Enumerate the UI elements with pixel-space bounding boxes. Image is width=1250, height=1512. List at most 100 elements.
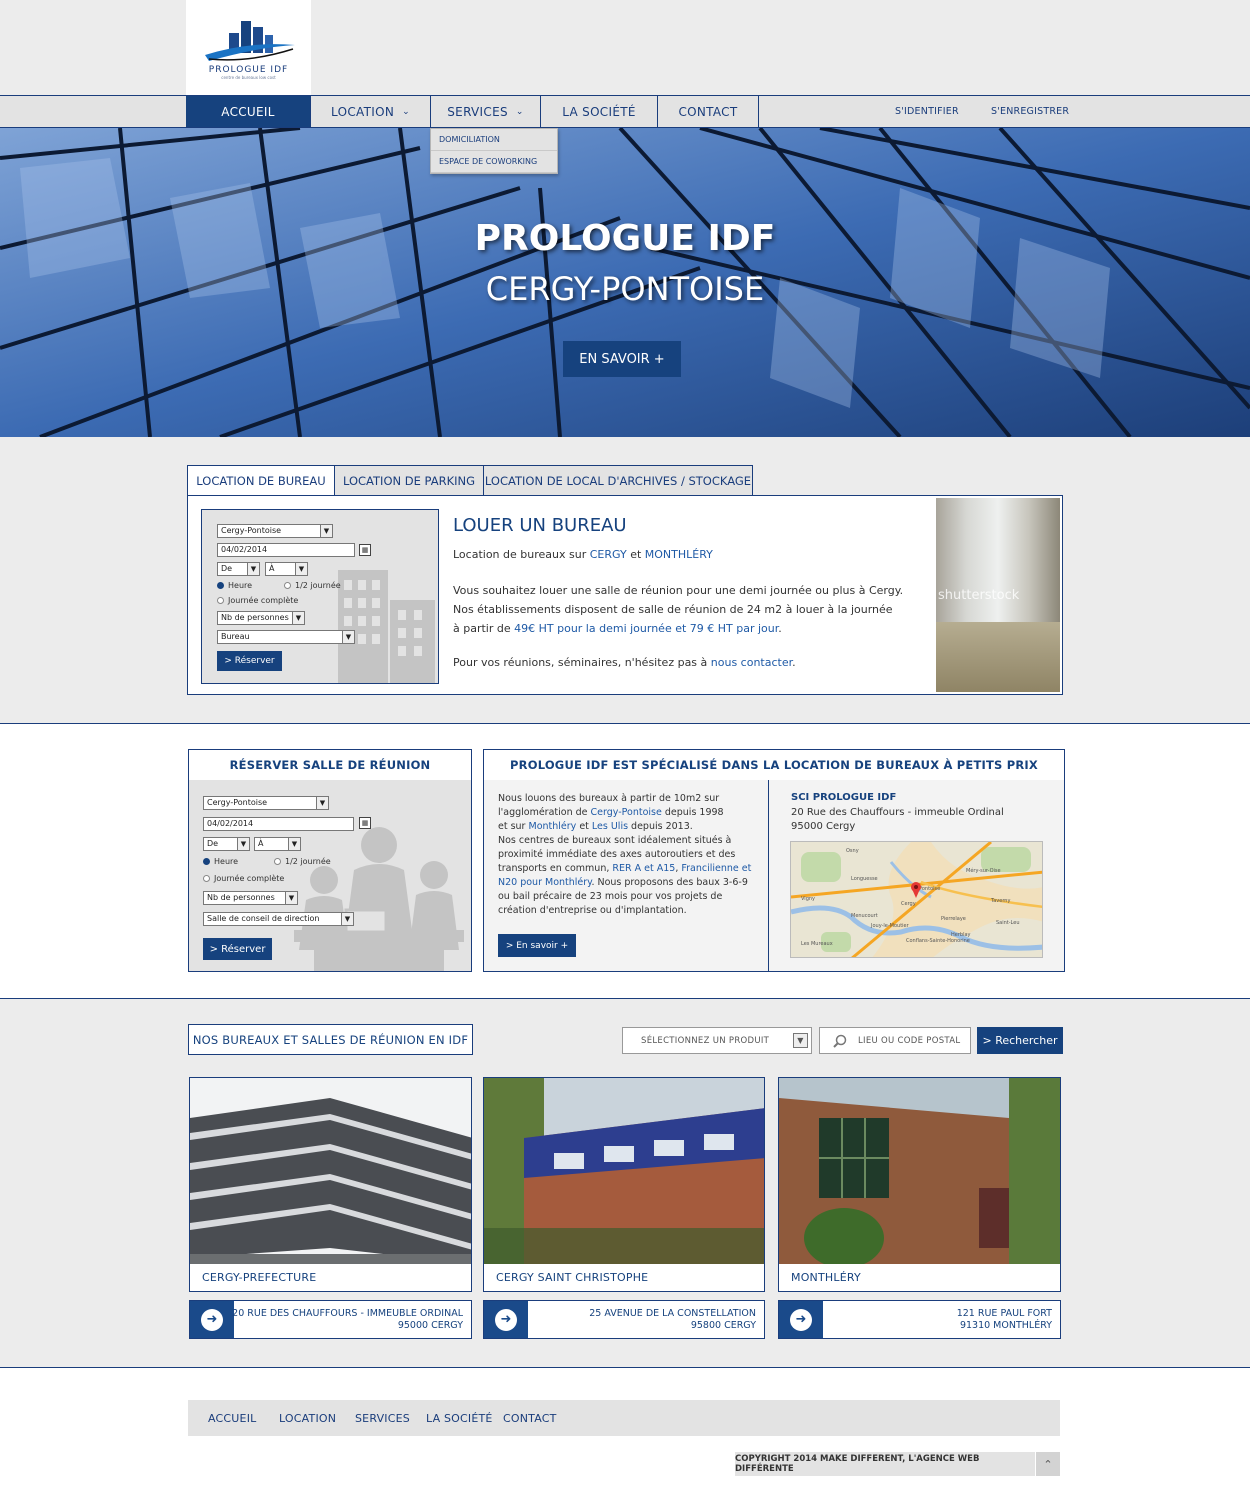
svg-text:Conflans-Sainte-Honorine: Conflans-Sainte-Honorine (906, 938, 970, 944)
svg-text:Vigny: Vigny (801, 896, 815, 902)
tab-location-bureau[interactable]: LOCATION DE BUREAU (187, 465, 335, 496)
footer-link-accueil[interactable]: ACCUEIL (208, 1400, 256, 1436)
nav-accueil[interactable]: ACCUEIL (186, 96, 311, 127)
footer-link-services[interactable]: SERVICES (355, 1400, 410, 1436)
room-type-select[interactable]: Salle de conseil de direction ▼ (203, 912, 354, 926)
address-line: 95800 CERGY (690, 1320, 756, 1331)
listing-address-monthlery[interactable]: ➜ 121 RUE PAUL FORT 91310 MONTHLÉRY (778, 1300, 1061, 1339)
desc-prefix: à partir de (453, 622, 515, 635)
listing-address-cergy-saint-christophe[interactable]: ➜ 25 AVENUE DE LA CONSTELLATION 95800 CERG… (483, 1300, 765, 1339)
arrow-right-icon[interactable]: ➜ (190, 1301, 234, 1338)
about-line: transports en commun, RER A et A15, Fran… (498, 862, 760, 876)
select-arrow-icon: ▼ (342, 631, 354, 643)
company-zip: 95000 Cergy (791, 821, 856, 832)
about-learn-more-button[interactable]: > En savoir + (498, 934, 576, 957)
monthlery-link[interactable]: Monthléry (529, 821, 577, 832)
nav-la-societe[interactable]: LA SOCIÉTÉ (541, 96, 658, 127)
period: . (792, 656, 796, 669)
tab-location-archives[interactable]: LOCATION DE LOCAL D'ARCHIVES / STOCKAGE (483, 465, 753, 495)
cergy-pontoise-link[interactable]: Cergy-Pontoise (591, 807, 662, 818)
chevron-down-icon: ⌄ (402, 106, 410, 117)
nav-services[interactable]: SERVICES ⌄ (431, 96, 541, 127)
copyright-notice[interactable]: COPYRIGHT 2014 MAKE DIFFERENT, L'AGENCE … (735, 1452, 1035, 1476)
tab-location-parking[interactable]: LOCATION DE PARKING (334, 465, 484, 495)
location-search-input[interactable]: LIEU OU CODE POSTAL (819, 1027, 971, 1054)
date-input[interactable]: 04/02/2014 (203, 817, 354, 831)
footer-link-la-societe[interactable]: LA SOCIÉTÉ (426, 1400, 493, 1436)
radio-hour[interactable]: Heure (217, 581, 252, 590)
radio-full-day[interactable]: Journée complète (217, 596, 298, 605)
site-logo[interactable]: PROLOGUE IDF centre de bureaux low cost (186, 0, 311, 95)
arrow-right-icon[interactable]: ➜ (484, 1301, 528, 1338)
nav-location[interactable]: LOCATION ⌄ (311, 96, 431, 127)
radio-hour[interactable]: Heure (203, 857, 238, 866)
rental-intro: Location de bureaux sur CERGY et MONTHLÉ… (453, 545, 713, 564)
les-ulis-link[interactable]: Les Ulis (592, 821, 628, 832)
cergy-link[interactable]: CERGY (590, 548, 627, 561)
contact-link[interactable]: nous contacter (711, 656, 792, 669)
company-street: 20 Rue des Chauffours - immeuble Ordinal (791, 807, 1004, 818)
date-value: 04/02/2014 (221, 545, 268, 554)
chevron-up-icon[interactable]: ⌃ (1036, 1452, 1060, 1476)
contact-prefix: Pour vos réunions, séminaires, n'hésitez… (453, 656, 711, 669)
city-select-value: Cergy-Pontoise (221, 526, 282, 535)
nav-location-label: LOCATION (331, 104, 395, 119)
dropdown-item-coworking[interactable]: ESPACE DE COWORKING (431, 151, 557, 173)
nav-contact[interactable]: CONTACT (658, 96, 759, 127)
radio-full-label: Journée complète (228, 596, 299, 605)
building-photo (779, 1078, 1060, 1264)
type-value: Bureau (221, 632, 250, 641)
nav-accueil-label: ACCUEIL (221, 104, 275, 119)
n20-link[interactable]: N20 pour Monthléry (498, 877, 591, 888)
arrow-right-icon[interactable]: ➜ (779, 1301, 823, 1338)
price-highlight: 49€ HT pour la demi journée et 79 € HT p… (514, 622, 779, 635)
building-photo (484, 1078, 764, 1264)
time-to-value: À (269, 564, 275, 573)
radio-half-day[interactable]: 1/2 journée (274, 857, 331, 866)
reserve-button[interactable]: > Réserver (217, 651, 282, 671)
radio-icon (284, 582, 291, 589)
people-select[interactable]: Nb de personnes ▼ (203, 891, 298, 905)
people-select[interactable]: Nb de personnes ▼ (217, 611, 305, 625)
dropdown-item-domiciliation[interactable]: DOMICILIATION (431, 129, 557, 151)
listing-name: CERGY-PREFECTURE (202, 1271, 317, 1284)
time-to-select[interactable]: À ▼ (254, 837, 301, 851)
time-to-select[interactable]: À ▼ (265, 562, 308, 576)
about-line: proximité immédiate des axes autoroutier… (498, 849, 736, 860)
time-from-select[interactable]: De ▼ (217, 562, 260, 576)
city-select[interactable]: Cergy-Pontoise ▼ (203, 796, 329, 810)
listing-address-cergy-prefecture[interactable]: ➜ 20 RUE DES CHAUFFOURS - IMMEUBLE ORDINA… (189, 1300, 472, 1339)
radio-half-day[interactable]: 1/2 journée (284, 581, 341, 590)
date-input[interactable]: 04/02/2014 (217, 543, 355, 557)
time-from-select[interactable]: De ▼ (203, 837, 250, 851)
rer-link[interactable]: RER A et A15 (612, 863, 675, 874)
room-type-value: Salle de conseil de direction (207, 914, 320, 923)
listing-card-monthlery[interactable]: MONTHLÉRY (778, 1077, 1061, 1292)
login-link[interactable]: S'IDENTIFIER (895, 96, 959, 127)
radio-selected-icon (217, 582, 224, 589)
register-link[interactable]: S'ENREGISTRER (991, 96, 1069, 127)
search-button[interactable]: > Rechercher (977, 1027, 1063, 1054)
reserve-button[interactable]: > Réserver (203, 938, 272, 960)
monthlery-link[interactable]: MONTHLÉRY (645, 548, 713, 561)
location-map[interactable]: Osny Longuesse Vigny Pontoise Cergy Méry-sur-… (790, 841, 1043, 958)
hero-learn-more-button[interactable]: EN SAVOIR + (563, 341, 681, 377)
listing-card-cergy-saint-christophe[interactable]: CERGY SAINT CHRISTOPHE (483, 1077, 765, 1292)
product-select[interactable]: SÉLECTIONNEZ UN PRODUIT ▼ (622, 1027, 812, 1054)
radio-full-day[interactable]: Journée complète (203, 874, 284, 883)
photo-watermark: shutterstock (938, 588, 1020, 603)
select-arrow-icon: ▼ (793, 1033, 808, 1048)
product-select-value: SÉLECTIONNEZ UN PRODUIT (641, 1035, 770, 1046)
type-select[interactable]: Bureau ▼ (217, 630, 355, 644)
calendar-icon[interactable]: ▦ (359, 544, 371, 556)
footer-link-location[interactable]: LOCATION (279, 1400, 336, 1436)
map-graphic: Osny Longuesse Vigny Pontoise Cergy Méry-sur-… (791, 842, 1042, 957)
footer-link-contact[interactable]: CONTACT (503, 1400, 557, 1436)
city-select[interactable]: Cergy-Pontoise ▼ (217, 524, 333, 538)
calendar-icon[interactable]: ▦ (359, 817, 371, 829)
select-arrow-icon: ▼ (320, 525, 332, 537)
svg-text:Menucourt: Menucourt (851, 913, 878, 919)
francilienne-link[interactable]: Francilienne et (681, 863, 751, 874)
about-line: création d'entreprise ou d'implantation. (498, 905, 687, 916)
listing-card-cergy-prefecture[interactable]: CERGY-PREFECTURE (189, 1077, 472, 1292)
